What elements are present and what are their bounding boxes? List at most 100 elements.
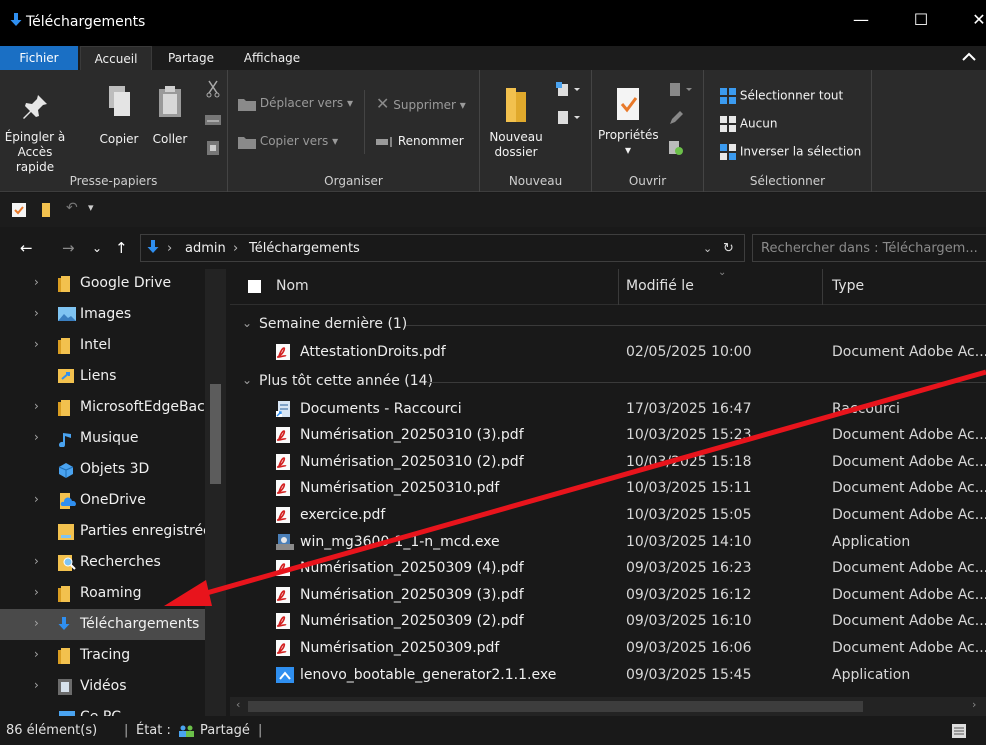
chevron-right-icon[interactable]: ›	[34, 492, 39, 506]
history-icon[interactable]	[668, 140, 684, 156]
tab-affichage[interactable]: Affichage	[232, 46, 312, 70]
chevron-down-icon[interactable]: ⌄	[34, 709, 44, 716]
chevron-right-icon[interactable]: ›	[34, 275, 39, 289]
group-header[interactable]: ⌄ Plus tôt cette année (14)	[230, 370, 986, 394]
chevron-down-icon[interactable]: ⌄	[242, 373, 252, 387]
horizontal-scrollbar[interactable]: ‹ ›	[230, 697, 986, 716]
search-input[interactable]: Rechercher dans : Téléchargem...	[752, 234, 986, 262]
nav-item[interactable]: ⌄ Ce PC	[0, 702, 205, 716]
file-row[interactable]: Numérisation_20250310.pdf 10/03/2025 15:1…	[230, 475, 986, 502]
file-row[interactable]: Numérisation_20250310 (3).pdf 10/03/2025 …	[230, 422, 986, 449]
pin-quick-access-button[interactable]: Épingler à Accès rapide	[4, 92, 66, 175]
file-row[interactable]: Numérisation_20250309.pdf 09/03/2025 16:0…	[230, 635, 986, 662]
properties-button[interactable]: Propriétés ▾	[598, 86, 659, 158]
folder-icon	[58, 586, 72, 606]
details-view-icon[interactable]	[952, 724, 966, 742]
nav-item[interactable]: › Tracing	[0, 640, 205, 671]
maximize-button[interactable]: ☐	[906, 10, 936, 36]
select-none-button[interactable]: Aucun	[720, 116, 777, 132]
select-all-button[interactable]: Sélectionner tout	[720, 88, 843, 104]
nav-item[interactable]: › Vidéos	[0, 671, 205, 702]
paste-shortcut-icon[interactable]	[206, 140, 220, 156]
file-row[interactable]: Numérisation_20250309 (3).pdf 09/03/2025 …	[230, 582, 986, 609]
tab-accueil[interactable]: Accueil	[80, 46, 152, 70]
chevron-right-icon[interactable]: ›	[34, 554, 39, 568]
copy-to-button[interactable]: Copier vers ▾	[238, 134, 338, 149]
tab-partage[interactable]: Partage	[160, 46, 222, 70]
file-row[interactable]: Numérisation_20250309 (2).pdf 09/03/2025 …	[230, 608, 986, 635]
address-history-icon[interactable]: ⌄	[703, 242, 712, 255]
chevron-right-icon[interactable]: ›	[34, 306, 39, 320]
nav-scrollbar[interactable]	[205, 269, 226, 716]
column-name[interactable]: Nom	[276, 278, 309, 294]
select-all-checkbox[interactable]	[248, 280, 261, 293]
breadcrumb-admin[interactable]: admin	[185, 241, 226, 256]
nav-item-label: OneDrive	[80, 492, 146, 508]
3d-objects-icon	[58, 462, 74, 482]
nav-item[interactable]: › MicrosoftEdgeBack	[0, 392, 213, 423]
file-row[interactable]: Numérisation_20250309 (4).pdf 09/03/2025 …	[230, 555, 986, 582]
group-header[interactable]: ⌄ Semaine dernière (1)	[230, 313, 986, 337]
file-row[interactable]: AttestationDroits.pdf 02/05/2025 10:00 Doc…	[230, 339, 986, 366]
paste-button[interactable]: Coller	[150, 84, 190, 147]
file-row[interactable]: lenovo_bootable_generator2.1.1.exe 09/03/…	[230, 662, 986, 689]
up-button[interactable]: ↑	[115, 239, 128, 257]
file-row[interactable]: exercice.pdf 10/03/2025 15:05 Document Ado…	[230, 502, 986, 529]
file-row[interactable]: Numérisation_20250310 (2).pdf 10/03/2025 …	[230, 449, 986, 476]
nav-item[interactable]: Objets 3D	[0, 454, 205, 485]
minimize-button[interactable]: —	[846, 10, 876, 36]
nav-item[interactable]: Parties enregistrées	[0, 516, 219, 547]
refresh-icon[interactable]: ↻	[723, 241, 734, 256]
close-button[interactable]: ✕	[964, 10, 986, 36]
chevron-right-icon[interactable]: ›	[34, 616, 39, 630]
new-item-icon[interactable]	[556, 82, 582, 98]
nav-scrollbar-thumb[interactable]	[210, 384, 221, 484]
copy-button[interactable]: Copier	[98, 84, 140, 147]
column-type[interactable]: Type	[832, 278, 864, 294]
tab-fichier[interactable]: Fichier	[0, 46, 78, 70]
move-to-button[interactable]: Déplacer vers ▾	[238, 96, 353, 111]
nav-item-label: Google Drive	[80, 275, 172, 291]
chevron-right-icon[interactable]: ›	[34, 647, 39, 661]
nav-item[interactable]: Liens	[0, 361, 205, 392]
forward-button[interactable]: →	[62, 239, 75, 257]
file-row[interactable]: win_mg3600-1_1-n_mcd.exe 10/03/2025 14:10…	[230, 529, 986, 556]
chevron-right-icon[interactable]: ›	[34, 585, 39, 599]
file-row[interactable]: Documents - Raccourci 17/03/2025 16:47 Rac…	[230, 396, 986, 423]
breadcrumb-telechargements[interactable]: Téléchargements	[249, 241, 360, 256]
horizontal-scrollbar-thumb[interactable]	[248, 701, 863, 712]
nav-item[interactable]: › Intel	[0, 330, 205, 361]
undo-icon[interactable]: ↶	[66, 200, 78, 216]
easy-access-icon[interactable]	[556, 110, 582, 126]
new-folder-button[interactable]: Nouveau dossier	[486, 84, 546, 160]
rename-button[interactable]: Renommer	[376, 134, 464, 149]
chevron-right-icon[interactable]: ›	[34, 678, 39, 692]
nav-item[interactable]: › Google Drive	[0, 269, 205, 299]
nav-item[interactable]: › Musique	[0, 423, 205, 454]
new-folder-small-icon[interactable]	[40, 203, 52, 221]
customize-toolbar-icon[interactable]: ▾	[88, 201, 94, 214]
recent-locations-icon[interactable]: ⌄	[92, 241, 102, 255]
nav-item[interactable]: › Roaming	[0, 578, 205, 609]
chevron-right-icon[interactable]: ›	[34, 430, 39, 444]
open-icon[interactable]	[668, 82, 694, 98]
back-button[interactable]: ←	[20, 239, 33, 257]
chevron-right-icon[interactable]: ›	[34, 399, 39, 413]
edit-icon[interactable]	[668, 110, 684, 126]
nav-item[interactable]: › Téléchargements	[0, 609, 205, 640]
nav-item-label: Tracing	[80, 647, 131, 663]
nav-item[interactable]: › OneDrive	[0, 485, 205, 516]
collapse-ribbon-icon[interactable]	[962, 50, 976, 65]
invert-selection-button[interactable]: Inverser la sélection	[720, 144, 861, 160]
address-bar[interactable]: › admin › Téléchargements ⌄ ↻	[140, 234, 745, 262]
nav-item[interactable]: › Recherches	[0, 547, 205, 578]
properties-small-icon[interactable]	[12, 203, 26, 221]
delete-button[interactable]: ✕ Supprimer ▾	[376, 96, 466, 113]
chevron-right-icon[interactable]: ›	[34, 337, 39, 351]
copy-path-icon[interactable]	[205, 114, 221, 126]
column-modified[interactable]: Modifié le	[626, 278, 694, 294]
cut-icon[interactable]	[206, 80, 220, 98]
nav-item[interactable]: › Images	[0, 299, 205, 330]
chevron-down-icon[interactable]: ⌄	[242, 316, 252, 330]
select-none-icon	[720, 116, 736, 132]
